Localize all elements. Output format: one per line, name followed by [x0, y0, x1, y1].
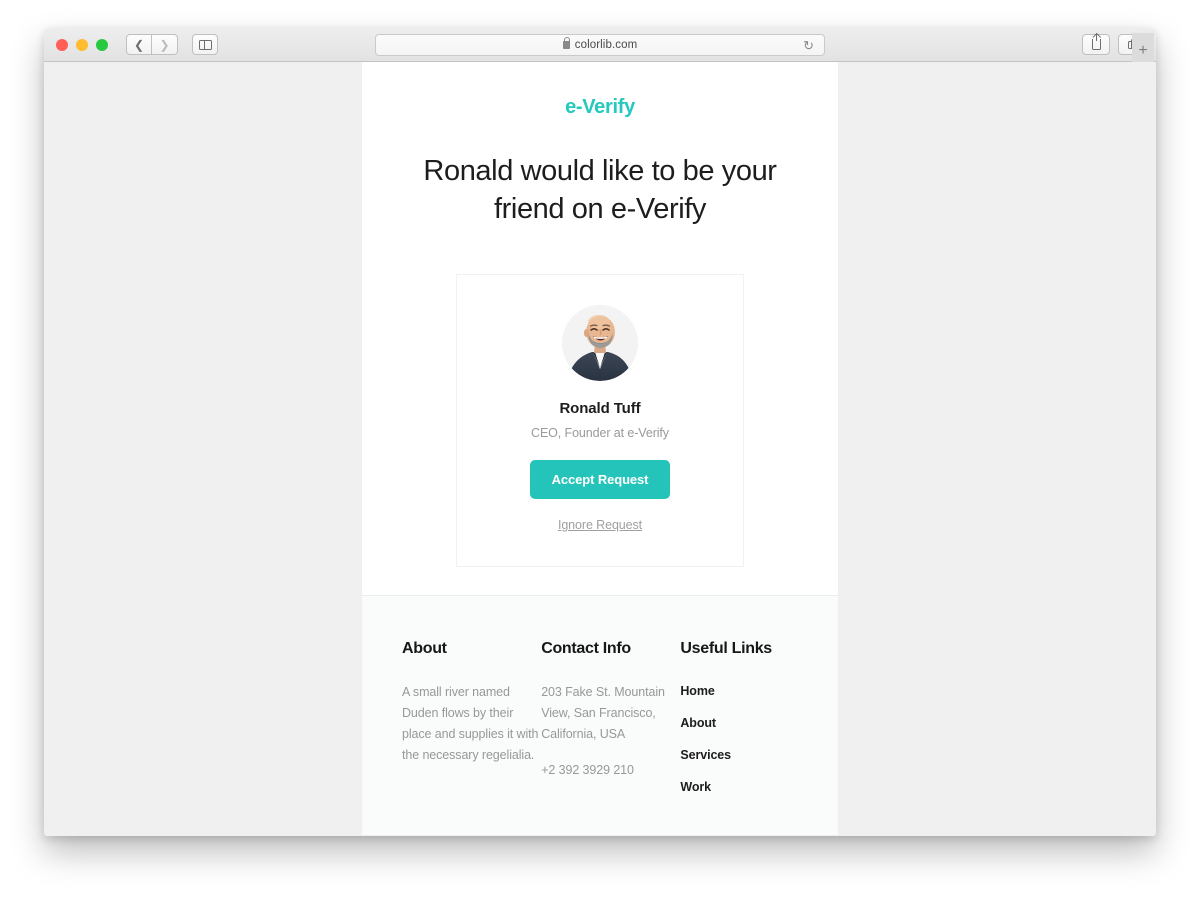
toolbar-right-tools: +	[1082, 33, 1154, 69]
footer-column-contact: Contact Info 203 Fake St. Mountain View,…	[541, 640, 680, 810]
footer-about-text: A small river named Duden flows by their…	[402, 685, 539, 762]
share-button[interactable]	[1082, 34, 1110, 55]
navigation-buttons: ❮ ❯	[126, 34, 178, 55]
person-role: CEO, Founder at e-Verify	[531, 426, 669, 441]
sidebar-toggle-icon	[198, 39, 212, 50]
footer-heading-links: Useful Links	[680, 640, 772, 658]
lock-icon	[562, 37, 571, 49]
footer-column-links: Useful Links Home About Services Work	[680, 640, 798, 810]
browser-toolbar: ❮ ❯ colorlib.com ↻ +	[44, 28, 1156, 69]
footer-contact-address: 203 Fake St. Mountain View, San Francisc…	[541, 685, 665, 741]
footer-heading-about: About	[402, 640, 447, 658]
accept-request-button[interactable]: Accept Request	[529, 460, 671, 500]
screenshot-root: ❮ ❯ colorlib.com ↻ + e-Verify Ronald wou…	[0, 0, 1200, 898]
page-viewport: e-Verify Ronald would like to be your fr…	[44, 62, 1156, 835]
list-item: Work	[680, 778, 798, 796]
list-item: Home	[680, 682, 798, 700]
plus-icon: +	[1138, 42, 1148, 59]
friend-request-card: Ronald Tuff CEO, Founder at e-Verify Acc…	[456, 274, 744, 568]
zoom-window-button[interactable]	[96, 38, 108, 51]
ignore-request-link[interactable]: Ignore Request	[477, 518, 723, 532]
close-window-button[interactable]	[56, 38, 68, 51]
email-container: e-Verify Ronald would like to be your fr…	[362, 62, 838, 835]
window-controls	[56, 38, 108, 51]
reload-icon[interactable]: ↻	[803, 39, 814, 52]
footer-contact-phone: +2 392 3929 210	[541, 762, 634, 777]
list-item: Services	[680, 746, 798, 764]
url-display: colorlib.com	[562, 37, 638, 51]
list-item: About	[680, 714, 798, 732]
footer-heading-contact: Contact Info	[541, 640, 631, 658]
brand-logo: e-Verify	[565, 96, 635, 118]
browser-window: ❮ ❯ colorlib.com ↻ + e-Verify Ronald wou…	[44, 28, 1156, 836]
minimize-window-button[interactable]	[76, 38, 88, 51]
email-footer: About A small river named Duden flows by…	[362, 596, 838, 835]
footer-column-about: About A small river named Duden flows by…	[402, 640, 541, 810]
footer-link-services[interactable]: Services	[680, 748, 731, 762]
share-icon	[1091, 34, 1101, 50]
back-button[interactable]: ❮	[126, 34, 152, 55]
chevron-left-icon: ❮	[133, 37, 145, 52]
footer-link-about[interactable]: About	[680, 716, 716, 730]
footer-columns: About A small river named Duden flows by…	[402, 640, 798, 810]
footer-link-work[interactable]: Work	[680, 780, 711, 794]
profile-photo-ronald-tuff	[562, 305, 638, 382]
forward-button[interactable]: ❯	[152, 34, 178, 55]
sidebar-toggle-button[interactable]	[192, 34, 218, 55]
person-name: Ronald Tuff	[559, 400, 641, 418]
address-bar[interactable]: colorlib.com ↻	[375, 34, 825, 56]
page-title: Ronald would like to be your friend on e…	[423, 155, 777, 225]
email-body: e-Verify Ronald would like to be your fr…	[362, 62, 838, 597]
url-text: colorlib.com	[574, 39, 638, 51]
chevron-right-icon: ❯	[159, 37, 170, 52]
avatar	[562, 305, 638, 382]
footer-link-list: Home About Services Work	[680, 682, 798, 796]
footer-link-home[interactable]: Home	[680, 684, 714, 698]
